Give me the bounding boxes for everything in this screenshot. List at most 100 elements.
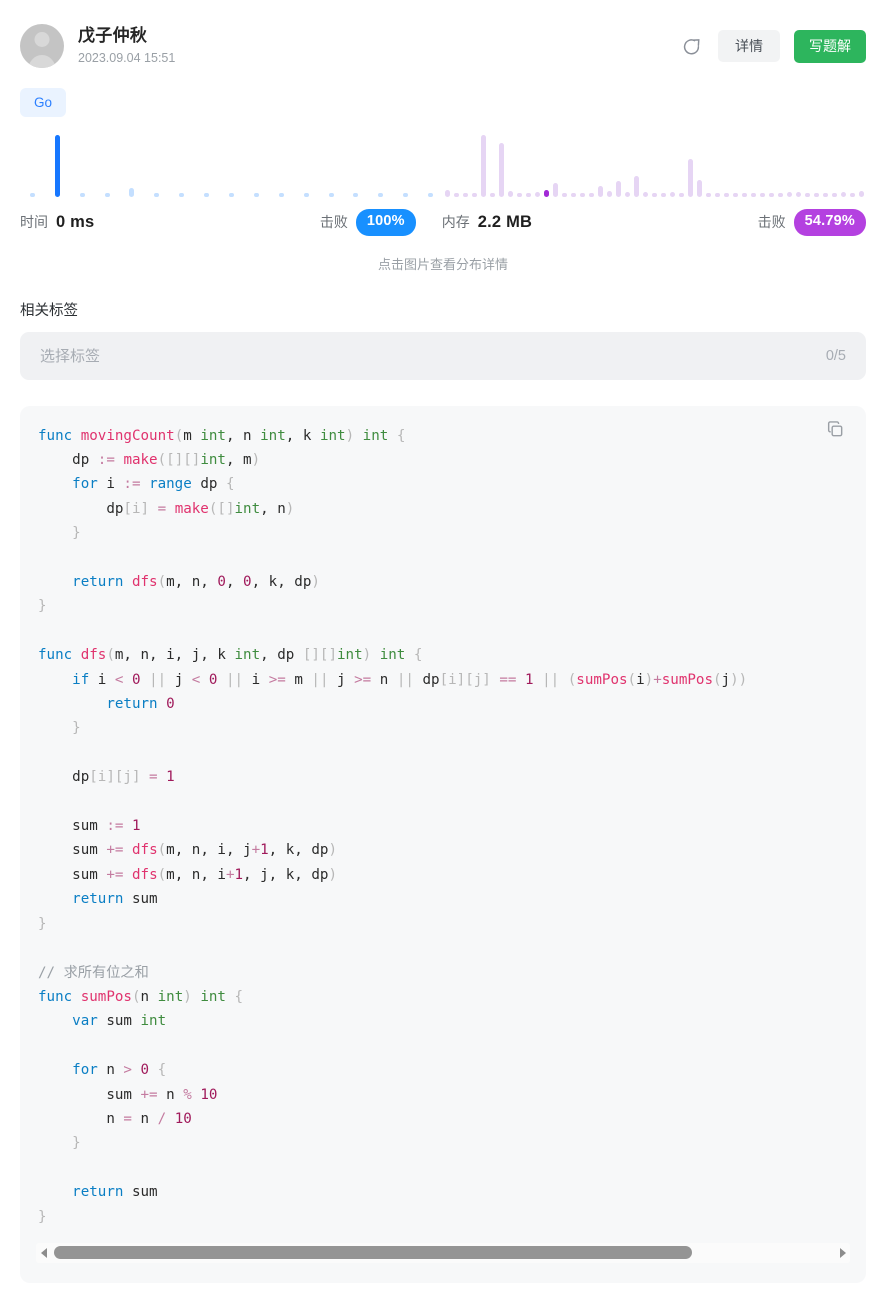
chart-bar bbox=[841, 192, 846, 197]
chart-bar bbox=[715, 193, 720, 197]
submission-timestamp: 2023.09.04 15:51 bbox=[78, 51, 176, 65]
share-external-icon[interactable] bbox=[678, 33, 704, 59]
chevron-left-icon[interactable] bbox=[36, 1244, 52, 1262]
chart-bar bbox=[179, 193, 185, 197]
memory-distribution-chart[interactable] bbox=[443, 135, 866, 197]
memory-value: 2.2 MB bbox=[477, 212, 533, 231]
chart-bar bbox=[624, 192, 630, 197]
chart-bar bbox=[508, 190, 513, 197]
chart-bar bbox=[643, 192, 648, 197]
chart-bar bbox=[661, 193, 666, 197]
chart-bar bbox=[328, 193, 334, 197]
chart-bar bbox=[543, 189, 549, 197]
chart-bar bbox=[822, 193, 828, 197]
chart-bar bbox=[54, 135, 60, 197]
code-scroll-area[interactable]: func movingCount(m int, n int, k int) in… bbox=[20, 424, 866, 1229]
chart-bar bbox=[553, 182, 558, 197]
chart-bar bbox=[859, 191, 864, 197]
language-row: Go bbox=[0, 72, 886, 117]
detail-button[interactable]: 详情 bbox=[718, 30, 780, 62]
copy-icon[interactable] bbox=[826, 420, 846, 440]
chart-bar bbox=[751, 193, 756, 197]
chart-bar bbox=[724, 193, 729, 197]
header-actions: 详情 写题解 bbox=[678, 29, 866, 63]
chart-bar bbox=[787, 192, 792, 197]
chart-bar bbox=[733, 193, 738, 197]
time-beat-badge: 100% bbox=[355, 209, 416, 236]
scrollbar-thumb[interactable] bbox=[54, 1246, 692, 1260]
charts-row bbox=[20, 135, 866, 197]
chart-bar bbox=[104, 193, 110, 197]
chart-bar bbox=[778, 193, 783, 197]
chart-bar bbox=[589, 193, 594, 197]
memory-chart-bars[interactable] bbox=[443, 135, 866, 197]
chart-bar bbox=[580, 193, 585, 197]
chart-bar bbox=[742, 193, 747, 197]
chart-bar bbox=[615, 181, 621, 197]
code-block-card: func movingCount(m int, n int, k int) in… bbox=[20, 405, 866, 1283]
chart-bar bbox=[679, 193, 684, 197]
time-distribution-chart[interactable] bbox=[20, 135, 443, 197]
memory-beat-metric: 击败 54.79% bbox=[758, 209, 866, 236]
chart-bar bbox=[253, 193, 259, 197]
time-metric: 时间 0 ms bbox=[20, 212, 94, 232]
chart-bar bbox=[598, 185, 603, 197]
chart-bar bbox=[29, 193, 35, 197]
user-info: 戊子仲秋 2023.09.04 15:51 bbox=[78, 25, 175, 67]
time-beat-metric: 击败 100% bbox=[320, 209, 416, 236]
stats-section: 时间 0 ms 击败 100% 内存 2.2 MB 击败 54.79% 点击图片… bbox=[0, 135, 886, 273]
time-label: 时间 bbox=[20, 214, 48, 231]
chart-bar bbox=[706, 193, 711, 197]
username: 戊子仲秋 bbox=[78, 26, 148, 45]
chart-bar bbox=[378, 193, 384, 197]
chart-bar bbox=[154, 193, 160, 197]
tags-counter: 0/5 bbox=[825, 347, 846, 364]
chart-bar bbox=[129, 188, 135, 197]
chart-bar bbox=[697, 179, 702, 197]
tags-select-input[interactable]: 选择标签 0/5 bbox=[20, 331, 866, 380]
code-content: func movingCount(m int, n int, k int) in… bbox=[38, 427, 748, 1225]
chart-bar bbox=[535, 192, 540, 197]
chart-bar bbox=[229, 193, 234, 197]
chart-bar bbox=[481, 135, 486, 197]
chevron-right-icon[interactable] bbox=[834, 1244, 850, 1262]
chart-bar bbox=[353, 193, 359, 197]
time-value: 0 ms bbox=[56, 212, 95, 231]
chart-bar bbox=[670, 192, 675, 197]
time-chart-bars[interactable] bbox=[20, 135, 443, 197]
memory-metric: 内存 2.2 MB bbox=[442, 212, 532, 232]
chart-bar bbox=[499, 142, 504, 197]
chart-bar bbox=[490, 193, 495, 197]
chart-bar bbox=[428, 193, 434, 197]
tags-section: 相关标签 选择标签 0/5 bbox=[0, 299, 886, 380]
chart-bar bbox=[445, 189, 450, 197]
chart-bar bbox=[814, 193, 819, 197]
chart-bar bbox=[562, 193, 567, 197]
metrics-row: 时间 0 ms 击败 100% 内存 2.2 MB 击败 54.79% bbox=[20, 209, 866, 236]
chart-bar bbox=[79, 193, 85, 197]
chart-bar bbox=[634, 176, 639, 197]
chart-bar bbox=[526, 193, 531, 197]
chart-bar bbox=[463, 193, 468, 197]
chart-bar bbox=[688, 158, 693, 197]
chart-hint-text: 点击图片查看分布详情 bbox=[377, 256, 508, 272]
chart-bar bbox=[278, 193, 284, 197]
chart-bar bbox=[805, 193, 810, 197]
avatar[interactable] bbox=[20, 24, 64, 68]
chart-bar bbox=[472, 193, 477, 197]
memory-label: 内存 bbox=[441, 214, 470, 231]
horizontal-scrollbar[interactable] bbox=[36, 1242, 850, 1263]
chart-bar bbox=[850, 193, 855, 197]
scrollbar-track[interactable] bbox=[54, 1246, 832, 1260]
chart-bar bbox=[832, 193, 837, 197]
tags-placeholder: 选择标签 bbox=[40, 348, 101, 366]
chart-bar bbox=[403, 193, 409, 197]
chart-bar bbox=[303, 193, 309, 197]
submission-header: 戊子仲秋 2023.09.04 15:51 详情 写题解 bbox=[0, 0, 886, 72]
write-solution-button[interactable]: 写题解 bbox=[794, 29, 866, 63]
chart-bar bbox=[454, 193, 459, 197]
chart-bar bbox=[652, 193, 657, 197]
chart-bar bbox=[796, 192, 801, 197]
language-tag[interactable]: Go bbox=[20, 88, 67, 117]
memory-beat-badge: 54.79% bbox=[793, 209, 866, 236]
